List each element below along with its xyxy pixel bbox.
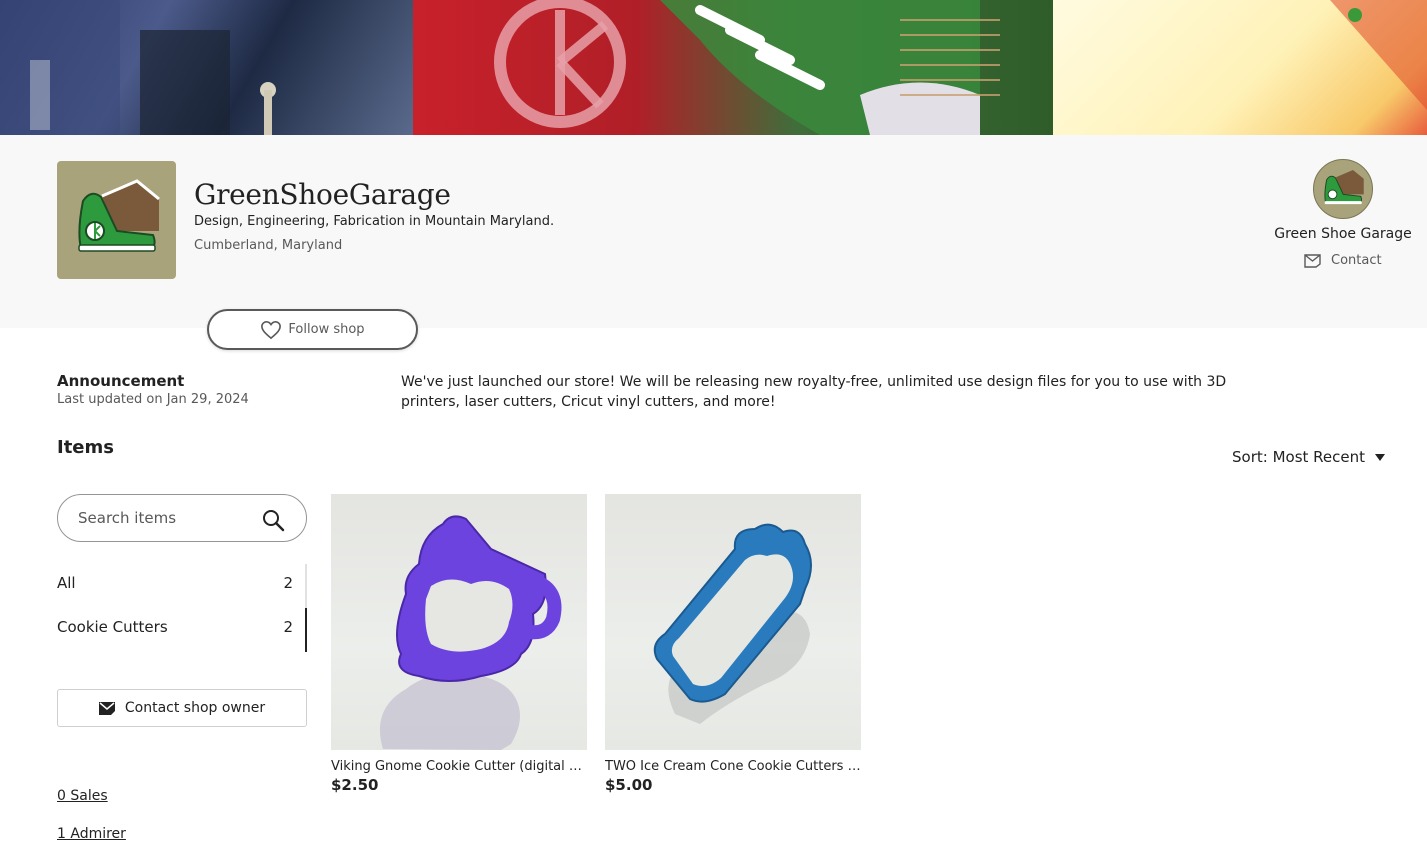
listing-price: $5.00 <box>605 776 653 794</box>
search-items-field <box>57 494 307 542</box>
envelope-icon <box>98 702 115 715</box>
category-label: All <box>57 574 76 592</box>
follow-shop-button[interactable]: Follow shop <box>207 309 418 350</box>
category-indicator <box>305 608 307 652</box>
listing-image[interactable] <box>605 494 861 750</box>
ice-cream-cone-cookie-cutter-image <box>653 523 812 724</box>
banner-artwork <box>0 0 1427 135</box>
announcement-text: We've just launched our store! We will b… <box>401 374 1227 410</box>
contact-label: Contact <box>1331 253 1382 268</box>
category-label: Cookie Cutters <box>57 618 168 636</box>
listing-image[interactable] <box>331 494 587 750</box>
listing-title[interactable]: TWO Ice Cream Cone Cookie Cutters (digit… <box>605 759 861 774</box>
shop-location: Cumberland, Maryland <box>194 238 343 253</box>
listing-card[interactable]: TWO Ice Cream Cone Cookie Cutters (digit… <box>605 494 861 794</box>
owner-avatar[interactable] <box>1313 159 1373 219</box>
contact-shop-owner-button[interactable]: Contact shop owner <box>57 689 307 727</box>
heart-icon <box>261 320 282 339</box>
shop-logo <box>57 161 176 279</box>
shop-banner <box>0 0 1427 135</box>
shop-name: GreenShoeGarage <box>194 178 451 211</box>
green-shoe-avatar-icon <box>1324 169 1364 205</box>
owner-name[interactable]: Green Shoe Garage <box>1260 226 1426 242</box>
caret-down-icon <box>1375 453 1385 461</box>
category-indicator <box>305 564 307 608</box>
search-input[interactable] <box>76 508 260 528</box>
category-cookie-cutters[interactable]: Cookie Cutters 2 <box>57 608 307 652</box>
shop-header <box>0 135 1427 328</box>
contact-link[interactable]: Contact <box>1304 253 1382 268</box>
listing-price: $2.50 <box>331 776 379 794</box>
items-heading: Items <box>57 437 114 458</box>
category-count: 2 <box>283 618 293 636</box>
admirers-link[interactable]: 1 Admirer <box>57 826 126 842</box>
listing-card[interactable]: Viking Gnome Cookie Cutter (digital file… <box>331 494 587 794</box>
mail-icon <box>1304 253 1321 268</box>
sort-label: Sort: Most Recent <box>1232 448 1365 466</box>
shop-tagline: Design, Engineering, Fabrication in Moun… <box>194 214 555 229</box>
announcement-title: Announcement <box>57 372 185 390</box>
sales-link[interactable]: 0 Sales <box>57 788 108 804</box>
sort-dropdown[interactable]: Sort: Most Recent <box>1232 448 1385 466</box>
announcement-date: Last updated on Jan 29, 2024 <box>57 392 249 407</box>
follow-shop-label: Follow shop <box>288 322 365 337</box>
gnome-cookie-cutter-image <box>379 515 562 750</box>
category-all[interactable]: All 2 <box>57 564 307 608</box>
category-count: 2 <box>283 574 293 592</box>
search-icon[interactable] <box>261 508 285 532</box>
contact-shop-owner-label: Contact shop owner <box>124 700 266 716</box>
listing-title[interactable]: Viking Gnome Cookie Cutter (digital file… <box>331 759 587 774</box>
green-shoe-logo-icon <box>78 179 160 252</box>
